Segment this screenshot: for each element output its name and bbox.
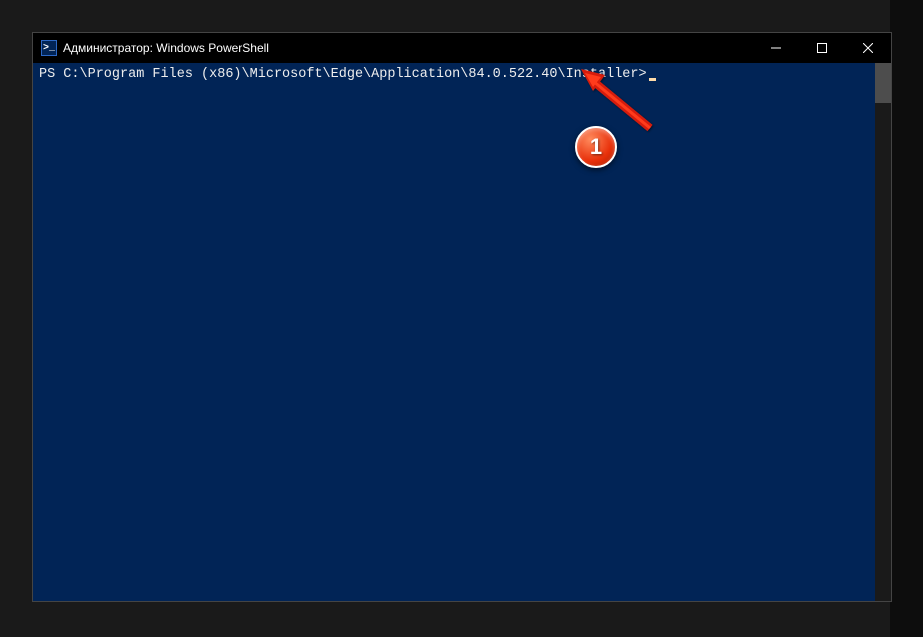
prompt-text: PS C:\Program Files (x86)\Microsoft\Edge… (39, 67, 647, 82)
titlebar[interactable]: >_ Администратор: Windows PowerShell (33, 33, 891, 63)
close-button[interactable] (845, 33, 891, 63)
terminal-area[interactable]: PS C:\Program Files (x86)\Microsoft\Edge… (33, 63, 891, 601)
window-title: Администратор: Windows PowerShell (63, 41, 269, 55)
vertical-scrollbar[interactable] (875, 63, 891, 601)
maximize-button[interactable] (799, 33, 845, 63)
scrollbar-thumb[interactable] (875, 63, 891, 103)
minimize-button[interactable] (753, 33, 799, 63)
window-controls (753, 33, 891, 63)
cursor-icon (649, 78, 656, 81)
terminal-content[interactable]: PS C:\Program Files (x86)\Microsoft\Edge… (33, 63, 875, 601)
background-edge (890, 0, 923, 637)
powershell-icon: >_ (41, 40, 57, 56)
powershell-window: >_ Администратор: Windows PowerShell PS … (32, 32, 892, 602)
titlebar-left: >_ Администратор: Windows PowerShell (41, 40, 269, 56)
